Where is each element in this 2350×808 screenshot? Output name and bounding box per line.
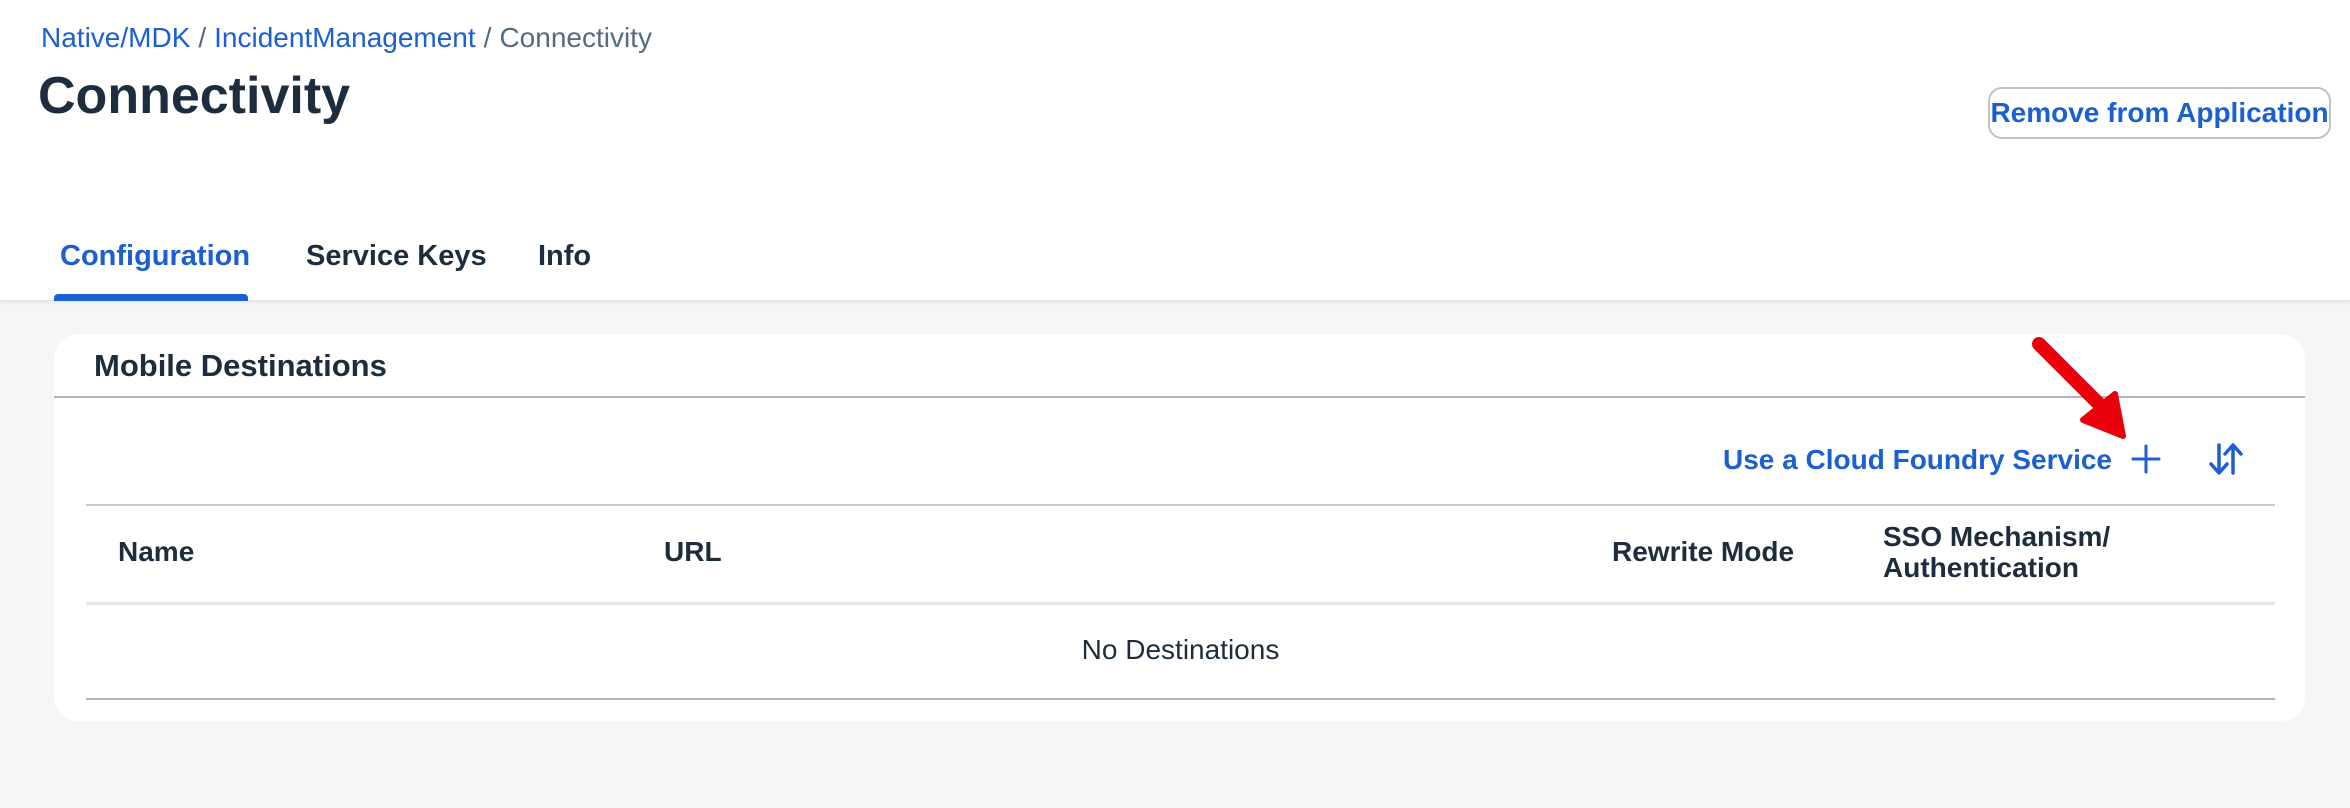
table-empty-message: No Destinations: [1081, 634, 1280, 665]
card-divider: [54, 396, 2305, 398]
tab-configuration[interactable]: Configuration: [60, 240, 250, 273]
sort-button[interactable]: [2204, 437, 2248, 481]
table-top-border: [86, 504, 2275, 506]
remove-from-application-button[interactable]: Remove from Application: [1988, 87, 2331, 139]
breadcrumb-separator: /: [483, 22, 492, 53]
column-header-sso-line2: Authentication: [1883, 552, 2079, 583]
plus-icon: [2131, 444, 2161, 474]
red-arrow-icon: [2025, 330, 2135, 450]
tab-info[interactable]: Info: [538, 240, 591, 273]
breadcrumb-link-incident-management[interactable]: IncidentManagement: [214, 22, 476, 53]
column-header-name[interactable]: Name: [118, 536, 194, 567]
page-title: Connectivity: [38, 67, 351, 125]
tab-service-keys[interactable]: Service Keys: [306, 240, 487, 273]
column-header-url[interactable]: URL: [664, 536, 722, 567]
mobile-destinations-card: Mobile Destinations Use a Cloud Foundry …: [54, 334, 2305, 721]
table-header-border: [86, 602, 2275, 605]
breadcrumb-link-native-mdk[interactable]: Native/MDK: [41, 22, 190, 53]
breadcrumb-current: Connectivity: [499, 22, 652, 53]
breadcrumb: Native/MDK / IncidentManagement / Connectivi…: [41, 22, 652, 54]
page-header: Native/MDK / IncidentManagement / Connectivi…: [0, 0, 2350, 301]
column-header-rewrite-mode[interactable]: Rewrite Mode: [1612, 536, 1794, 567]
active-tab-indicator: [54, 294, 248, 301]
table-bottom-border: [86, 698, 2275, 700]
card-title: Mobile Destinations: [94, 348, 387, 383]
sort-icon: [2208, 442, 2244, 476]
column-header-sso-line1: SSO Mechanism/: [1883, 521, 2111, 552]
column-header-sso-mechanism[interactable]: SSO Mechanism/ Authentication: [1883, 521, 2110, 583]
breadcrumb-separator: /: [198, 22, 207, 53]
